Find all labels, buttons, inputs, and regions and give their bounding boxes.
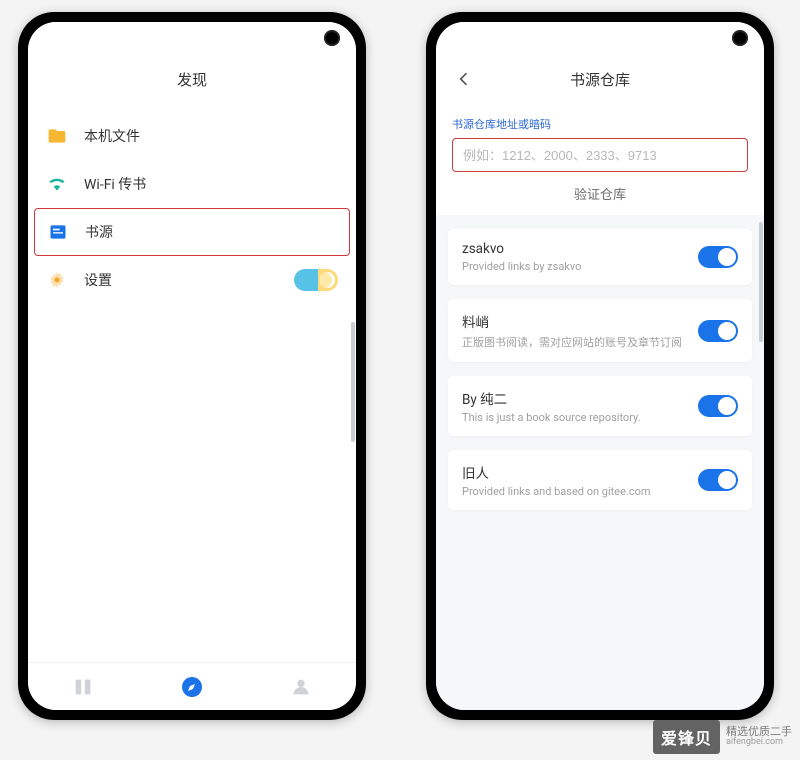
repo-toggle[interactable] [698, 395, 738, 417]
screen-right: 书源仓库 书源仓库地址或暗码 验证仓库 zsakvo Provided link… [436, 22, 764, 710]
repo-form: 书源仓库地址或暗码 验证仓库 [436, 102, 764, 215]
gear-icon [46, 269, 68, 291]
folder-icon [46, 125, 68, 147]
phone-left: 发现 本机文件 Wi-Fi 传书 [18, 12, 366, 720]
row-label: 书源 [85, 222, 337, 242]
repo-card-zsakvo[interactable]: zsakvo Provided links by zsakvo [448, 229, 752, 285]
screen-left: 发现 本机文件 Wi-Fi 传书 [28, 22, 356, 710]
watermark-line1: 精选优质二手 [726, 725, 792, 738]
page-title: 书源仓库 [570, 69, 630, 90]
source-icon [47, 221, 69, 243]
wifi-icon [46, 173, 68, 195]
card-text: 旧人 Provided links and based on gitee.com [462, 462, 698, 498]
repo-input-label: 书源仓库地址或暗码 [452, 116, 748, 132]
row-label: 本机文件 [84, 126, 338, 146]
row-settings[interactable]: 设置 [28, 256, 356, 304]
chevron-left-icon [454, 69, 474, 89]
watermark: 爱锋贝 精选优质二手 aifengbei.com [653, 720, 792, 754]
row-label: Wi-Fi 传书 [84, 174, 338, 194]
card-text: zsakvo Provided links by zsakvo [462, 241, 698, 273]
card-title: 料峭 [462, 311, 698, 331]
repo-card-chuner[interactable]: By 纯二 This is just a book source reposit… [448, 376, 752, 436]
page-title: 发现 [177, 69, 207, 90]
repo-card-liaoqiao[interactable]: 料峭 正版图书阅读，需对应网站的账号及章节订阅 [448, 299, 752, 362]
card-subtitle: Provided links and based on gitee.com [462, 485, 698, 498]
watermark-brand: 爱锋贝 [653, 720, 720, 754]
discover-list: 本机文件 Wi-Fi 传书 书源 [28, 102, 356, 662]
card-title: 旧人 [462, 462, 698, 482]
repo-card-jiuren[interactable]: 旧人 Provided links and based on gitee.com [448, 450, 752, 510]
status-bar [436, 22, 764, 56]
title-bar: 书源仓库 [436, 56, 764, 102]
back-button[interactable] [448, 56, 480, 102]
repo-toggle[interactable] [698, 246, 738, 268]
phone-right: 书源仓库 书源仓库地址或暗码 验证仓库 zsakvo Provided link… [426, 12, 774, 720]
scroll-indicator [351, 322, 355, 442]
card-subtitle: 正版图书阅读，需对应网站的账号及章节订阅 [462, 334, 698, 350]
nav-library-icon[interactable] [70, 674, 96, 700]
theme-toggle[interactable] [294, 269, 338, 291]
repo-toggle[interactable] [698, 469, 738, 491]
repo-content: 书源仓库地址或暗码 验证仓库 zsakvo Provided links by … [436, 102, 764, 710]
front-camera [732, 30, 748, 46]
repo-toggle[interactable] [698, 320, 738, 342]
card-text: By 纯二 This is just a book source reposit… [462, 388, 698, 424]
bottom-nav [28, 662, 356, 710]
watermark-line2: aifengbei.com [726, 738, 792, 748]
card-title: By 纯二 [462, 388, 698, 408]
row-book-source[interactable]: 书源 [34, 208, 350, 256]
watermark-text: 精选优质二手 aifengbei.com [726, 726, 792, 748]
status-bar [28, 22, 356, 56]
verify-button[interactable]: 验证仓库 [452, 172, 748, 205]
front-camera [324, 30, 340, 46]
card-title: zsakvo [462, 241, 698, 257]
nav-discover-icon[interactable] [179, 674, 205, 700]
card-text: 料峭 正版图书阅读，需对应网站的账号及章节订阅 [462, 311, 698, 350]
scroll-indicator [759, 222, 763, 342]
nav-profile-icon[interactable] [288, 674, 314, 700]
repo-input[interactable] [452, 138, 748, 172]
row-label: 设置 [84, 270, 294, 290]
row-wifi-transfer[interactable]: Wi-Fi 传书 [28, 160, 356, 208]
title-bar: 发现 [28, 56, 356, 102]
card-subtitle: This is just a book source repository. [462, 411, 698, 424]
row-local-files[interactable]: 本机文件 [28, 112, 356, 160]
card-subtitle: Provided links by zsakvo [462, 260, 698, 273]
